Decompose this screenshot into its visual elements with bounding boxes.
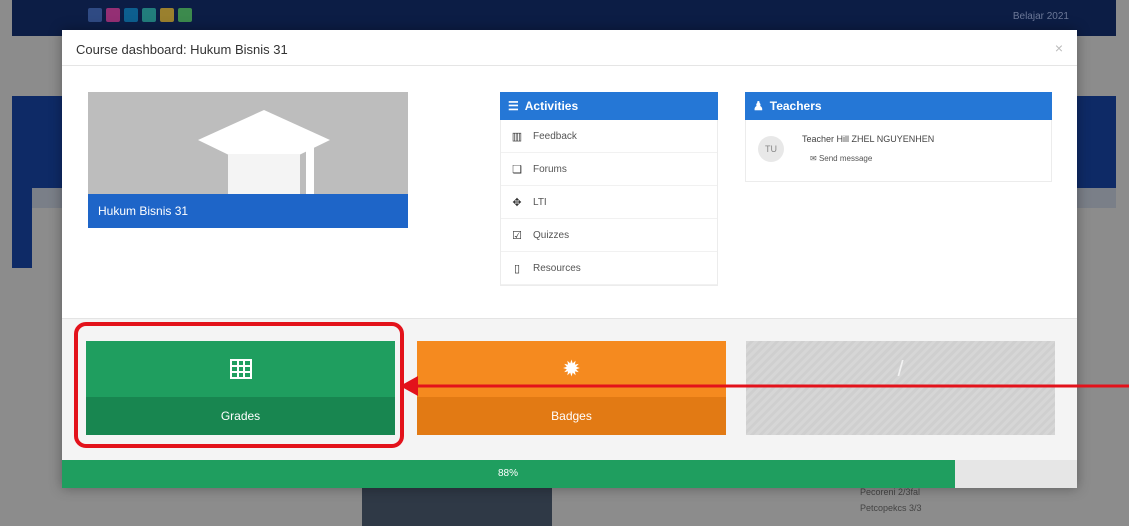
activity-feedback[interactable]: ▥ Feedback [501,120,717,153]
message-icon: ✉ [810,154,817,163]
twitter-icon [142,8,156,22]
teacher-item: TU Teacher Hill ZHEL NGUYENHEN ✉ Send me… [745,120,1052,182]
activity-resources[interactable]: ▯ Resources [501,252,717,285]
badges-label: Badges [417,397,726,435]
send-message-link[interactable]: ✉ Send message [810,154,872,163]
quiz-icon: ☑ [512,229,522,242]
activity-label: Feedback [533,130,577,142]
activity-label: Resources [533,262,581,274]
close-button[interactable]: × [1055,40,1063,56]
teacher-group-icon: ♟ [753,99,764,113]
activity-forums[interactable]: ❏ Forums [501,153,717,186]
progress-label: 88% [497,468,518,479]
list-icon: ☰ [508,99,519,113]
teacher-name: Teacher Hill ZHEL NGUYENHEN [802,134,935,144]
activities-list: ▥ Feedback ❏ Forums ✥ LTI ☑ Quizzes ▯ Re… [500,120,718,286]
avatar: TU [758,136,784,162]
linkedin-icon [124,8,138,22]
background-image [362,488,552,526]
background-top-right-text: Belajar 2021 [1012,11,1069,22]
activity-label: Quizzes [533,229,570,241]
activity-quizzes[interactable]: ☑ Quizzes [501,219,717,252]
social-icons [88,8,192,22]
activity-label: Forums [533,163,567,175]
file-icon: ▯ [513,262,521,275]
activity-lti[interactable]: ✥ LTI [501,186,717,219]
youtube-icon [160,8,174,22]
background-line: Petcopekcs 3/3 [860,503,922,513]
chart-icon: ▥ [511,130,523,143]
annotation-highlight-box [74,322,404,448]
whatsapp-icon [178,8,192,22]
course-progress-bar: 88% [62,460,1077,488]
send-message-label: Send message [818,154,873,163]
annotation-arrow-icon [400,376,1129,396]
teachers-header: ♟ Teachers [745,92,1052,120]
modal-title: Course dashboard: Hukum Bisnis 31 [76,42,288,57]
background-bottom-text: Pecoreni 2/3fal Petcopekcs 3/3 [860,484,922,516]
activities-header: ☰ Activities [500,92,718,120]
facebook-icon [88,8,102,22]
activity-label: LTI [533,196,547,208]
modal-header: Course dashboard: Hukum Bisnis 31 × [62,30,1077,66]
forum-icon: ❏ [512,163,522,176]
teachers-panel: ♟ Teachers TU Teacher Hill ZHEL NGUYENHE… [745,92,1052,185]
background-side-tab [12,188,32,268]
instagram-icon [106,8,120,22]
lti-icon: ✥ [512,196,522,209]
course-name: Hukum Bisnis 31 [88,194,408,228]
activities-heading: Activities [524,99,579,113]
teachers-heading: Teachers [769,99,822,113]
activities-panel: ☰ Activities ▥ Feedback ❏ Forums ✥ LTI ☑… [500,92,718,292]
